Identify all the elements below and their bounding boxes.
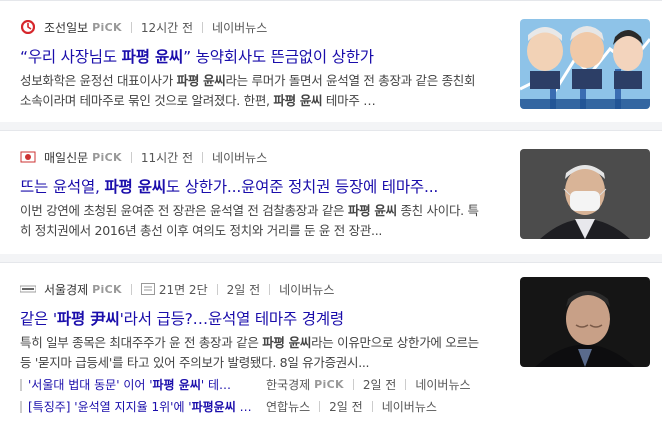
news-item: 서울경제 PiCK 21면 2단 2일 전 네이버뉴스 같은 '파평 尹씨'라서… xyxy=(0,262,662,430)
pick-badge: PiCK xyxy=(314,378,344,391)
divider xyxy=(352,379,354,390)
desc-text: 성보화학은 윤정선 대표이사가 xyxy=(20,73,177,88)
desc-text: 특히 일부 종목은 최대주주가 윤 전 총장과 같은 xyxy=(20,335,263,350)
desc-highlight: 파평 윤씨 xyxy=(176,73,226,88)
related-press[interactable]: 연합뉴스 xyxy=(266,398,310,415)
news-meta: 조선일보 PiCK 12시간 전 네이버뉴스 xyxy=(20,18,267,36)
title-highlight: 파평 윤씨 xyxy=(121,48,184,66)
caricature-stock-chart-image xyxy=(520,19,650,109)
news-thumbnail[interactable] xyxy=(520,277,650,367)
timestamp: 12시간 전 xyxy=(140,20,194,35)
news-thumbnail[interactable] xyxy=(520,149,650,239)
pick-badge: PiCK xyxy=(92,150,122,164)
title-highlight: 파평 윤씨 xyxy=(104,178,166,196)
man-with-mask-image xyxy=(520,149,650,239)
news-title-link[interactable]: 같은 '파평 尹씨'라서 급등?…윤석열 테마주 경계령 xyxy=(20,307,490,329)
divider xyxy=(216,283,218,295)
seoul-economy-logo-icon[interactable] xyxy=(20,281,36,297)
press-name[interactable]: 매일신문 xyxy=(44,149,88,166)
related-text: [특징주] '윤석열 지지율 1위'에 ' xyxy=(28,400,192,414)
news-item: 조선일보 PiCK 12시간 전 네이버뉴스 “우리 사장님도 파평 윤씨” 농… xyxy=(0,0,662,122)
desc-text: 이번 강연에 초청된 윤여준 전 장관은 윤석열 전 검찰총장과 같은 xyxy=(20,203,348,218)
title-text: '라서 급등?…윤석열 테마주 경계령 xyxy=(119,310,345,328)
divider xyxy=(371,401,373,412)
related-title-link[interactable]: '서울대 법대 동문' 이어 '파평 윤씨' 테… xyxy=(28,376,256,393)
news-description: 성보화학은 윤정선 대표이사가 파평 윤씨라는 루머가 돌면서 윤석열 전 총장… xyxy=(20,71,485,111)
divider xyxy=(130,283,132,295)
newspaper-icon xyxy=(140,283,155,295)
pick-badge: PiCK xyxy=(92,20,122,34)
divider xyxy=(269,283,271,295)
news-title-link[interactable]: “우리 사장님도 파평 윤씨” 농약회사도 뜬금없이 상한가 xyxy=(20,45,490,67)
title-text: 같은 ' xyxy=(20,310,57,328)
chosun-logo-icon[interactable] xyxy=(20,19,36,35)
divider xyxy=(202,151,204,163)
man-looking-down-image xyxy=(520,277,650,367)
naver-news-link[interactable]: 네이버뉴스 xyxy=(212,149,267,166)
paper-position: 21면 2단 xyxy=(158,282,208,297)
related-text: 테... xyxy=(239,400,256,414)
desc-text: 테마주 … xyxy=(322,93,376,108)
divider xyxy=(319,401,321,412)
related-text: '서울대 법대 동문' 이어 ' xyxy=(28,378,153,392)
title-text: 도 상한가...윤여준 정치권 등장에 테마주... xyxy=(165,178,439,196)
timestamp: 2일 전 xyxy=(329,400,363,414)
desc-highlight: 파평 윤씨 xyxy=(262,335,312,350)
related-highlight: 파평윤씨 xyxy=(191,400,236,414)
related-highlight: 파평 윤씨 xyxy=(152,378,201,392)
desc-highlight: 파평 윤씨 xyxy=(347,203,397,218)
related-text: ' 테… xyxy=(200,378,232,392)
timestamp: 2일 전 xyxy=(362,378,397,392)
news-meta: 매일신문 PiCK 11시간 전 네이버뉴스 xyxy=(20,148,267,166)
divider xyxy=(130,151,132,163)
news-list: 조선일보 PiCK 12시간 전 네이버뉴스 “우리 사장님도 파평 윤씨” 농… xyxy=(0,0,662,430)
title-text: ” 농약회사도 뜬금없이 상한가 xyxy=(183,48,374,66)
title-text: “우리 사장님도 xyxy=(20,48,122,66)
title-text: 뜨는 윤석열, xyxy=(20,178,105,196)
naver-news-link[interactable]: 네이버뉴스 xyxy=(212,19,267,36)
naver-news-link[interactable]: 네이버뉴스 xyxy=(382,398,437,415)
news-thumbnail[interactable] xyxy=(520,19,650,109)
news-description: 특히 일부 종목은 최대주주가 윤 전 총장과 같은 파평 윤씨라는 이유만으로… xyxy=(20,333,485,373)
news-item: 매일신문 PiCK 11시간 전 네이버뉴스 뜨는 윤석열, 파평 윤씨도 상한… xyxy=(0,130,662,254)
news-meta: 서울경제 PiCK 21면 2단 2일 전 네이버뉴스 xyxy=(20,280,334,298)
divider xyxy=(130,21,132,33)
related-bar xyxy=(20,379,22,391)
related-article: '서울대 법대 동문' 이어 '파평 윤씨' 테… 한국경제 PiCK 2일 전… xyxy=(20,376,471,393)
news-title-link[interactable]: 뜨는 윤석열, 파평 윤씨도 상한가...윤여준 정치권 등장에 테마주... xyxy=(20,175,490,197)
timestamp: 11시간 전 xyxy=(140,150,194,165)
divider xyxy=(405,379,407,390)
naver-news-link[interactable]: 네이버뉴스 xyxy=(279,281,334,298)
maeil-logo-icon[interactable] xyxy=(20,149,36,165)
naver-news-link[interactable]: 네이버뉴스 xyxy=(415,376,470,393)
title-highlight: 파평 尹씨 xyxy=(56,310,120,328)
divider xyxy=(202,21,204,33)
news-description: 이번 강연에 초청된 윤여준 전 장관은 윤석열 전 검찰총장과 같은 파평 윤… xyxy=(20,201,485,241)
desc-highlight: 파평 윤씨 xyxy=(273,93,323,108)
related-title-link[interactable]: [특징주] '윤석열 지지율 1위'에 '파평윤씨 테... xyxy=(28,398,256,415)
related-article: [특징주] '윤석열 지지율 1위'에 '파평윤씨 테... 연합뉴스 2일 전… xyxy=(20,398,437,415)
press-name[interactable]: 조선일보 xyxy=(44,19,88,36)
related-bar xyxy=(20,401,22,413)
related-press[interactable]: 한국경제 xyxy=(266,376,310,393)
pick-badge: PiCK xyxy=(92,282,122,296)
timestamp: 2일 전 xyxy=(226,282,261,297)
press-name[interactable]: 서울경제 xyxy=(44,281,88,298)
